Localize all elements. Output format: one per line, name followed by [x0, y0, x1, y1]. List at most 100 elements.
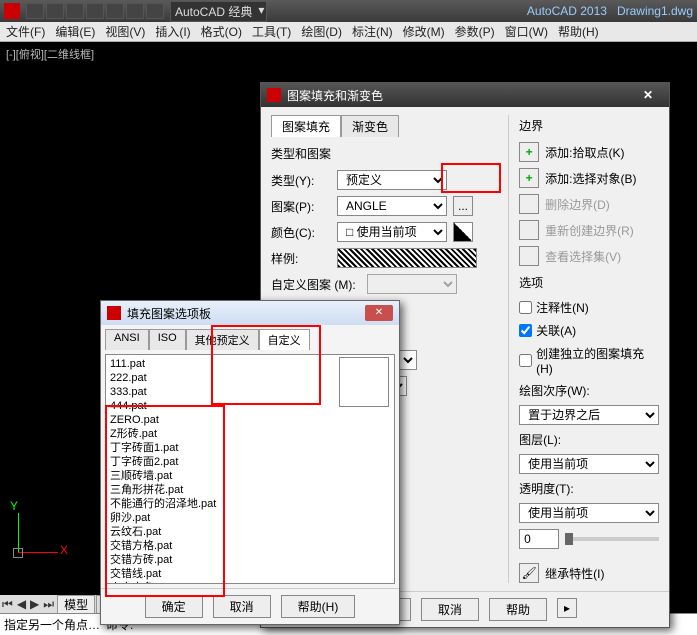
workspace-combo[interactable]: AutoCAD 经典	[170, 1, 267, 22]
type-combo[interactable]: 预定义	[337, 170, 447, 190]
pattern-preview	[339, 357, 389, 407]
palette-title[interactable]: 填充图案选项板 ✕	[101, 301, 399, 325]
add-select[interactable]: 添加:选择对象(B)	[545, 170, 636, 187]
cancel-button[interactable]: 取消	[213, 595, 271, 618]
tab-model[interactable]: 模型	[57, 595, 95, 614]
view-label[interactable]: [-][俯视][二维线框]	[0, 42, 697, 66]
annotative-label: 注释性(N)	[536, 299, 589, 316]
hatch-tabs: 图案填充 渐变色	[271, 115, 498, 137]
menu-tools[interactable]: 工具(T)	[252, 23, 291, 40]
tab-nav-first[interactable]: ⏮	[0, 597, 15, 612]
qat-button[interactable]	[46, 3, 64, 19]
add-pickpoint-icon[interactable]: +	[519, 142, 539, 162]
pattern-item[interactable]: 丁字砖面1.pat	[110, 441, 390, 455]
qat-button[interactable]	[146, 3, 164, 19]
pattern-item[interactable]: 交错方格.pat	[110, 539, 390, 553]
qat-button[interactable]	[86, 3, 104, 19]
pattern-item[interactable]: 三角形拼花.pat	[110, 483, 390, 497]
color-combo[interactable]: □ 使用当前项	[337, 222, 447, 242]
pattern-item[interactable]: 丁字砖面2.pat	[110, 455, 390, 469]
menu-dim[interactable]: 标注(N)	[352, 23, 393, 40]
menu-bar: 文件(F) 编辑(E) 视图(V) 插入(I) 格式(O) 工具(T) 绘图(D…	[0, 22, 697, 42]
menu-draw[interactable]: 绘图(D)	[301, 23, 342, 40]
help-button[interactable]: 帮助(H)	[281, 595, 356, 618]
pattern-browse-button[interactable]: ...	[453, 196, 473, 216]
independent-check[interactable]	[519, 354, 532, 367]
qat-button[interactable]	[66, 3, 84, 19]
recreate-boundary: 重新创建边界(R)	[545, 222, 634, 239]
draworder-combo[interactable]: 置于边界之后	[519, 405, 659, 425]
pattern-item[interactable]: 卵沙.pat	[110, 511, 390, 525]
color-swatch-button[interactable]	[453, 222, 473, 242]
color-label: 颜色(C):	[271, 224, 331, 241]
app-name: AutoCAD 2013	[527, 4, 607, 18]
tab-nav-last[interactable]: ⏭	[41, 597, 56, 612]
tab-gradient[interactable]: 渐变色	[341, 115, 399, 137]
palette-title-text: 填充图案选项板	[127, 305, 211, 322]
view-selection-icon	[519, 246, 539, 266]
menu-file[interactable]: 文件(F)	[6, 23, 45, 40]
qat-button[interactable]	[126, 3, 144, 19]
menu-param[interactable]: 参数(P)	[455, 23, 495, 40]
pattern-item[interactable]: ZERO.pat	[110, 413, 390, 427]
menu-edit[interactable]: 编辑(E)	[55, 23, 95, 40]
custom-pattern-combo	[367, 274, 457, 294]
pattern-item[interactable]: 交错方砖.pat	[110, 553, 390, 567]
menu-view[interactable]: 视图(V)	[105, 23, 145, 40]
pattern-combo[interactable]: ANGLE	[337, 196, 447, 216]
pattern-item[interactable]: Z形砖.pat	[110, 427, 390, 441]
tab-nav-next[interactable]: ▶	[28, 597, 41, 611]
close-icon[interactable]: ✕	[633, 88, 663, 102]
menu-insert[interactable]: 插入(I)	[155, 23, 190, 40]
tab-ansi[interactable]: ANSI	[105, 329, 149, 350]
tab-other[interactable]: 其他预定义	[186, 329, 259, 350]
close-icon[interactable]: ✕	[365, 305, 393, 321]
ok-button[interactable]: 确定	[145, 595, 203, 618]
transparency-slider[interactable]	[565, 533, 573, 545]
sample-swatch[interactable]	[337, 248, 477, 268]
cancel-button[interactable]: 取消	[421, 598, 479, 621]
app-icon	[267, 88, 281, 102]
sample-label: 样例:	[271, 250, 331, 267]
tab-iso[interactable]: ISO	[149, 329, 186, 350]
inherit-props[interactable]: 继承特性(I)	[545, 565, 604, 582]
tab-nav-prev[interactable]: ◀	[15, 597, 28, 611]
boundary-label: 边界	[519, 117, 659, 134]
inherit-icon[interactable]: 🖌	[519, 563, 539, 583]
pattern-label: 图案(P):	[271, 198, 331, 215]
tab-custom[interactable]: 自定义	[259, 329, 310, 350]
pattern-item[interactable]: 人字木条.pat	[110, 581, 390, 584]
qat-button[interactable]	[26, 3, 44, 19]
tab-hatch[interactable]: 图案填充	[271, 115, 341, 137]
recreate-boundary-icon	[519, 220, 539, 240]
menu-help[interactable]: 帮助(H)	[558, 23, 599, 40]
help-button[interactable]: 帮助	[489, 598, 547, 621]
transparency-value[interactable]	[519, 529, 559, 549]
hatch-dialog-title[interactable]: 图案填充和渐变色 ✕	[261, 83, 669, 107]
layer-label: 图层(L):	[519, 431, 659, 448]
transparency-combo[interactable]: 使用当前项	[519, 503, 659, 523]
command-prompt: 指定另一个角点…	[4, 616, 100, 633]
pattern-item[interactable]: 不能通行的沼泽地.pat	[110, 497, 390, 511]
pattern-palette-dialog: 填充图案选项板 ✕ ANSI ISO 其他预定义 自定义 111.pat222.…	[100, 300, 400, 625]
pattern-item[interactable]: 云纹石.pat	[110, 525, 390, 539]
dialog-title-text: 图案填充和渐变色	[287, 87, 383, 104]
app-icon	[107, 306, 121, 320]
quick-access-toolbar	[26, 3, 164, 19]
layer-combo[interactable]: 使用当前项	[519, 454, 659, 474]
associative-check[interactable]	[519, 324, 532, 337]
menu-modify[interactable]: 修改(M)	[403, 23, 445, 40]
add-select-icon[interactable]: +	[519, 168, 539, 188]
annotative-check[interactable]	[519, 301, 532, 314]
pattern-item[interactable]: 三顺砖墙.pat	[110, 469, 390, 483]
title-bar: AutoCAD 经典 AutoCAD 2013 Drawing1.dwg	[0, 0, 697, 22]
menu-format[interactable]: 格式(O)	[201, 23, 242, 40]
expand-icon[interactable]: ▸	[557, 598, 577, 618]
associative-label: 关联(A)	[536, 322, 576, 339]
pattern-item[interactable]: 交错线.pat	[110, 567, 390, 581]
file-name: Drawing1.dwg	[617, 4, 693, 18]
add-pickpoint[interactable]: 添加:拾取点(K)	[545, 144, 624, 161]
menu-window[interactable]: 窗口(W)	[505, 23, 548, 40]
delete-boundary-icon	[519, 194, 539, 214]
qat-button[interactable]	[106, 3, 124, 19]
